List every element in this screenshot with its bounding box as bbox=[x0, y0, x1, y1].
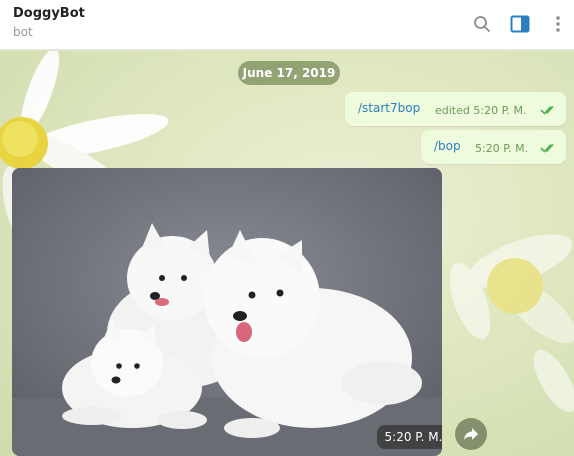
message-bubble[interactable]: /bop 5:20 P. M. bbox=[421, 130, 566, 164]
more-icon[interactable] bbox=[545, 11, 571, 37]
forward-button[interactable] bbox=[455, 418, 487, 450]
message-meta: 5:20 P. M. bbox=[475, 142, 529, 155]
message-meta: edited 5:20 P. M. bbox=[435, 104, 527, 117]
command-link[interactable]: /bop bbox=[434, 139, 461, 153]
double-check-icon bbox=[540, 105, 554, 115]
sidebar-panel-icon[interactable] bbox=[507, 11, 533, 37]
chat-header: DoggyBot bot bbox=[0, 0, 574, 50]
command-link[interactable]: /start7bop bbox=[358, 101, 420, 115]
double-check-icon bbox=[540, 143, 554, 153]
date-separator: June 17, 2019 bbox=[238, 61, 340, 85]
chat-title[interactable]: DoggyBot bbox=[13, 6, 85, 21]
message-bubble[interactable]: /start7bop edited 5:20 P. M. bbox=[345, 92, 566, 126]
photo-timestamp: 5:20 P. M. bbox=[377, 425, 442, 449]
chat-subtitle: bot bbox=[13, 25, 33, 39]
samoyed-dogs-image bbox=[12, 168, 442, 456]
forward-icon bbox=[464, 428, 478, 440]
search-icon[interactable] bbox=[469, 11, 495, 37]
dog-photo[interactable]: 5:20 P. M. bbox=[12, 168, 442, 456]
chat-area[interactable]: June 17, 2019 /start7bop edited 5:20 P. … bbox=[0, 51, 574, 456]
